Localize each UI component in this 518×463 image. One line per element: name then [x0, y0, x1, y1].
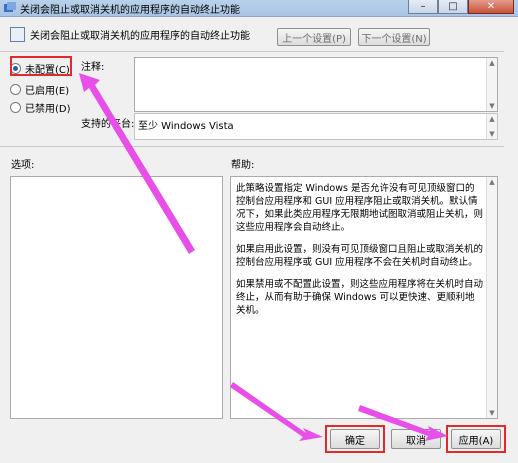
help-paragraph-3: 如果禁用或不配置此设置，则这些应用程序将在关机时自动终止，从而有助于确保 Win…: [236, 279, 484, 316]
radio-disabled-label: 已禁用(D): [25, 104, 71, 115]
supported-platform-label: 支持的平台:: [81, 119, 135, 130]
window-controls: – □ ✕: [408, 0, 514, 15]
title-bar: 关闭会阻止或取消关机的应用程序的自动终止功能 – □ ✕: [0, 0, 518, 17]
help-pane: 此策略设置指定 Windows 是否允许没有可见顶级窗口的控制台应用程序和 GU…: [230, 176, 498, 419]
cancel-button[interactable]: 取消: [391, 429, 441, 449]
options-label: 选项:: [11, 160, 35, 171]
policy-app-icon: [4, 2, 16, 12]
radio-enabled[interactable]: 已启用(E): [10, 82, 69, 97]
scroll-up-icon[interactable]: ▲: [487, 114, 497, 124]
comment-label: 注释:: [81, 62, 105, 73]
maximize-icon: □: [448, 0, 458, 12]
close-button[interactable]: ✕: [468, 0, 514, 14]
supported-platform-value: 至少 Windows Vista: [138, 121, 234, 132]
comment-scrollbar[interactable]: ▲ ▼: [486, 58, 497, 111]
setting-name: 关闭会阻止或取消关机的应用程序的自动终止功能: [30, 31, 250, 42]
supported-platform-field: 至少 Windows Vista ▲ ▼: [134, 113, 498, 140]
previous-setting-button[interactable]: 上一个设置(P): [277, 28, 351, 46]
radio-enabled-label: 已启用(E): [25, 86, 70, 97]
close-icon: ✕: [486, 0, 496, 12]
radio-disabled[interactable]: 已禁用(D): [10, 100, 71, 115]
radio-circle: [10, 102, 21, 113]
next-setting-button[interactable]: 下一个设置(N): [358, 28, 430, 46]
help-paragraph-2: 如果启用此设置，则没有可见顶级窗口且阻止或取消关机的控制台应用程序或 GUI 应…: [236, 244, 484, 268]
highlight-frame-ok: [325, 425, 385, 453]
scroll-up-icon[interactable]: ▲: [487, 177, 497, 187]
window-title: 关闭会阻止或取消关机的应用程序的自动终止功能: [20, 5, 240, 16]
maximize-button[interactable]: □: [438, 0, 468, 14]
scroll-down-icon[interactable]: ▼: [487, 101, 497, 111]
supported-scrollbar[interactable]: ▲ ▼: [486, 114, 497, 139]
minimize-button[interactable]: –: [408, 0, 438, 14]
section-divider: [0, 146, 504, 147]
highlight-frame-apply: [446, 425, 506, 453]
help-scrollbar[interactable]: ▲ ▼: [486, 177, 497, 418]
scroll-down-icon[interactable]: ▼: [487, 408, 497, 418]
help-paragraph-1: 此策略设置指定 Windows 是否允许没有可见顶级窗口的控制台应用程序和 GU…: [236, 183, 484, 233]
header-divider: [0, 51, 504, 52]
policy-setting-icon: [10, 27, 25, 42]
scroll-up-icon[interactable]: ▲: [487, 58, 497, 68]
options-pane: [10, 176, 223, 419]
radio-circle: [10, 84, 21, 95]
comment-textarea[interactable]: ▲ ▼: [134, 57, 498, 112]
highlight-frame-not-configured: [10, 56, 72, 76]
help-label: 帮助:: [231, 160, 255, 171]
minimize-icon: –: [420, 0, 426, 12]
scroll-down-icon[interactable]: ▼: [487, 129, 497, 139]
